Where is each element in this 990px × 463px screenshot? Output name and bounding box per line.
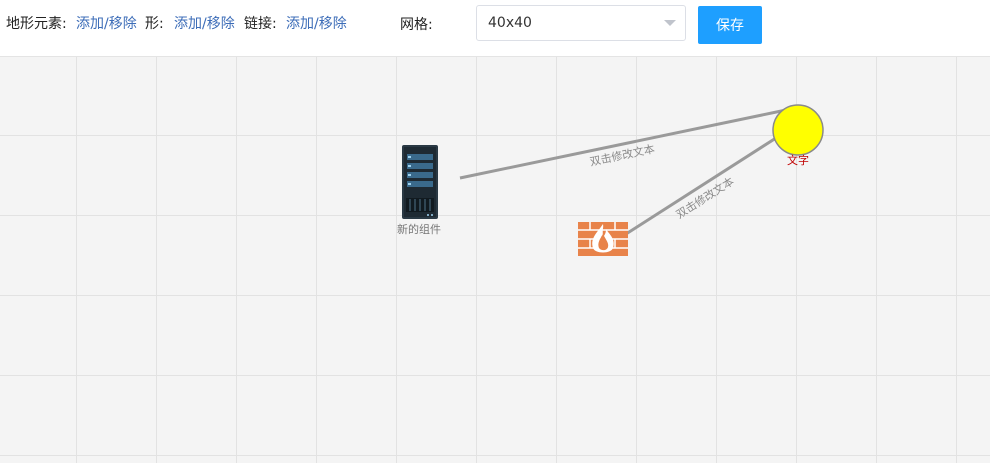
circle-node-label: 文字: [787, 153, 809, 167]
server-icon[interactable]: [402, 145, 438, 219]
grid-label: 网格:: [400, 17, 433, 33]
toolbar: 地形元素: 添加/移除 形: 添加/移除 链接: 添加/移除 网格: 40x40…: [0, 0, 990, 57]
link-add-remove-link[interactable]: 添加/移除: [286, 15, 347, 33]
terrain-label: 地形元素:: [6, 16, 67, 32]
shape-label: 形:: [145, 16, 164, 32]
canvas-drawing: 双击修改文本 双击修改文本 新的组件 文字: [397, 104, 824, 256]
grid-size-select[interactable]: 40x40: [476, 5, 686, 41]
save-button[interactable]: 保存: [698, 6, 762, 44]
grid-size-value: 40x40: [488, 15, 532, 31]
topology-canvas[interactable]: 双击修改文本 双击修改文本 新的组件 文字: [0, 57, 990, 463]
server-node-label: 新的组件: [397, 222, 441, 236]
edge-server-to-circle[interactable]: [459, 108, 787, 180]
shape-add-remove-link[interactable]: 添加/移除: [174, 15, 235, 33]
firewall-icon[interactable]: [578, 222, 628, 256]
terrain-add-remove-link[interactable]: 添加/移除: [76, 15, 137, 33]
text-circle-node[interactable]: [772, 104, 824, 156]
link-label: 链接:: [244, 16, 277, 32]
chevron-down-icon: [664, 20, 676, 26]
